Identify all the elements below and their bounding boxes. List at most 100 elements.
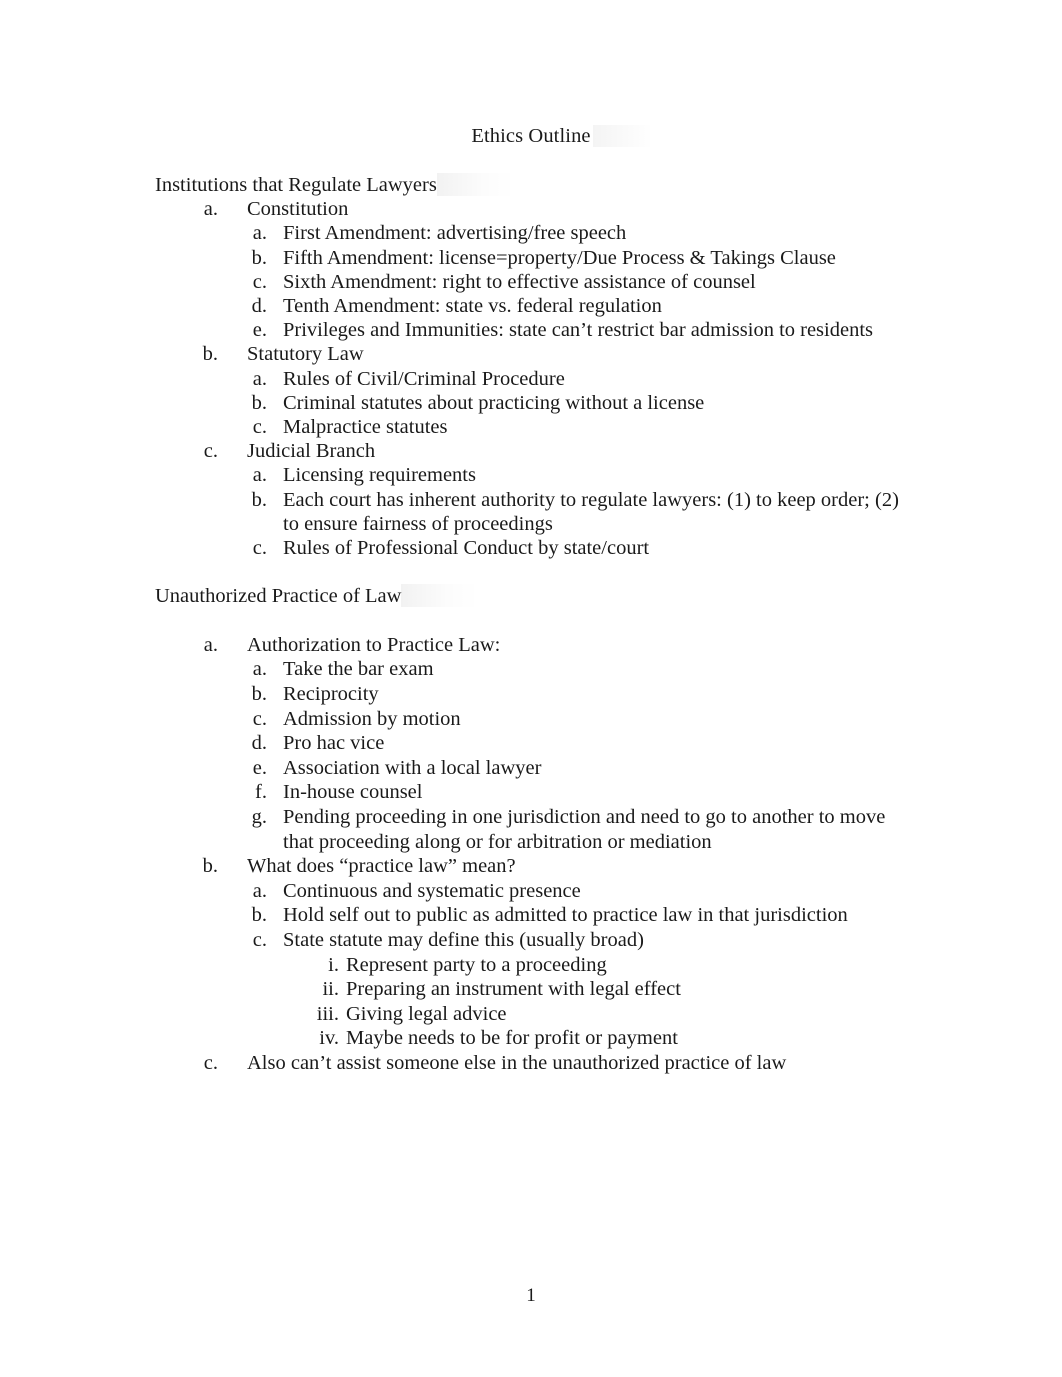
outline-item-text: What does “practice law” mean? (247, 855, 516, 878)
outline-item-marker: e. (252, 319, 267, 342)
outline-item-text: Pending proceeding in one jurisdiction a… (283, 805, 886, 853)
outline-item-marker: iv. (319, 1027, 339, 1050)
outline-item-marker: c. (252, 270, 267, 293)
outline-item-marker: i. (328, 953, 339, 976)
outline-item: b. Hold self out to public as admitted to… (155, 903, 915, 928)
outline-item: c. Rules of Professional Conduct by state… (155, 536, 915, 560)
outline-item-text: First Amendment: advertising/free speech (283, 222, 627, 245)
outline-item: i. Represent party to a proceeding (155, 953, 915, 978)
outline-item-marker: g. (251, 805, 267, 828)
outline-item-marker: a. (252, 222, 267, 245)
outline-item: d. Pro hac vice (155, 731, 915, 756)
outline-item-text: Represent party to a proceeding (346, 953, 607, 976)
outline-item-text: Pro hac vice (283, 732, 385, 755)
outline-item-text: Malpractice statutes (283, 416, 448, 439)
outline-item-text: Criminal statutes about practicing witho… (283, 391, 705, 414)
outline-item-marker: iii. (316, 1002, 339, 1025)
outline-item: iii. Giving legal advice (155, 1002, 915, 1027)
outline-item: c. Admission by motion (155, 707, 915, 732)
outline-item-text: Preparing an instrument with legal effec… (346, 978, 681, 1001)
section-item-list: a. Constitution a. First Amendment: adverti… (155, 197, 915, 560)
outline-item: b. Reciprocity (155, 682, 915, 707)
outline-item-marker: d. (251, 295, 267, 318)
outline-item-marker: b. (251, 246, 267, 269)
outline-item: d. Tenth Amendment: state vs. federal reg… (155, 294, 915, 318)
outline-item-text: Privileges and Immunities: state can’t r… (283, 319, 874, 342)
outline-item-text: Statutory Law (247, 343, 364, 366)
outline-item-marker: a. (203, 198, 218, 221)
outline-item-marker: a. (252, 367, 267, 390)
outline-item: ii. Preparing an instrument with legal ef… (155, 977, 915, 1002)
outline-item-text: Association with a local lawyer (283, 756, 542, 779)
outline-item: a. Authorization to Practice Law: (155, 633, 915, 658)
outline-item: e. Privileges and Immunities: state can’t… (155, 318, 915, 342)
outline-item: c. State statute may define this (usually… (155, 928, 915, 953)
section-heading: Institutions that Regulate Lawyers (155, 173, 915, 197)
outline-item-text: Fifth Amendment: license=property/Due Pr… (283, 246, 836, 269)
outline-item: c. Judicial Branch (155, 439, 915, 463)
outline-item-text: Rules of Professional Conduct by state/c… (283, 537, 650, 560)
outline-item: f. In-house counsel (155, 780, 915, 805)
page-title-text: Ethics Outline (471, 125, 654, 147)
outline-item-marker: b. (202, 855, 218, 878)
outline-item-text: Judicial Branch (247, 440, 376, 463)
outline-item-marker: a. (203, 633, 218, 656)
outline-item-marker: c. (203, 440, 218, 463)
outline-item-marker: f. (255, 781, 267, 804)
outline-item-marker: b. (251, 904, 267, 927)
page-number: 1 (526, 1285, 536, 1306)
section-item-list: a. Authorization to Practice Law: a. Take t… (155, 633, 915, 1076)
outline-item: a. First Amendment: advertising/free spee… (155, 221, 915, 245)
outline-item-text: Constitution (247, 198, 349, 221)
outline-item: c. Malpractice statutes (155, 415, 915, 439)
outline-item-marker: a. (252, 464, 267, 487)
outline-item-text: Take the bar exam (283, 658, 434, 681)
outline-item-text: State statute may define this (usually b… (283, 928, 644, 951)
outline-item-text: Authorization to Practice Law: (247, 633, 501, 656)
outline-item: b. Fifth Amendment: license=property/Due … (155, 246, 915, 270)
outline-item-marker: c. (252, 416, 267, 439)
outline-item-text: Reciprocity (283, 683, 379, 706)
outline-item: g. Pending proceeding in one jurisdiction… (155, 805, 915, 854)
outline-item: b. Statutory Law (155, 342, 915, 366)
outline-item-marker: b. (251, 391, 267, 414)
section-heading: Unauthorized Practice of Law (155, 584, 915, 608)
outline-item: iv. Maybe needs to be for profit or payme… (155, 1026, 915, 1051)
outline-item-marker: b. (251, 683, 267, 706)
outline-item: a. Licensing requirements (155, 463, 915, 487)
outline-item-text: Hold self out to public as admitted to p… (283, 904, 848, 927)
outline-item-marker: b. (202, 343, 218, 366)
outline-item: e. Association with a local lawyer (155, 756, 915, 781)
outline-item: c. Sixth Amendment: right to effective as… (155, 270, 915, 294)
outline-item-marker: a. (252, 879, 267, 902)
outline-item: a. Take the bar exam (155, 657, 915, 682)
page-title: Ethics Outline (0, 124, 1062, 148)
outline-item-marker: b. (251, 488, 267, 511)
outline-item-marker: ii. (322, 978, 339, 1001)
outline-item-text: Each court has inherent authority to reg… (283, 488, 899, 535)
outline-item-marker: c. (252, 928, 267, 951)
section-unauthorized-practice-of-law: Unauthorized Practice of Law a. Authoriza… (155, 584, 915, 1075)
outline-item: b. What does “practice law” mean? (155, 854, 915, 879)
outline-item-text: Also can’t assist someone else in the un… (247, 1051, 787, 1074)
outline-body: Institutions that Regulate Lawyers a. Con… (155, 173, 915, 1076)
outline-item-marker: e. (252, 756, 267, 779)
outline-item: b. Criminal statutes about practicing wit… (155, 391, 915, 415)
outline-item-text: Sixth Amendment: right to effective assi… (283, 270, 756, 293)
outline-item-text: Continuous and systematic presence (283, 879, 581, 902)
outline-item-text: Rules of Civil/Criminal Procedure (283, 367, 565, 390)
outline-item: c. Also can’t assist someone else in the … (155, 1051, 915, 1076)
outline-item-marker: c. (252, 537, 267, 560)
outline-item-text: Giving legal advice (346, 1002, 507, 1025)
outline-item-text: Admission by motion (283, 707, 461, 730)
section-heading-text: Unauthorized Practice of Law (155, 584, 481, 608)
outline-item-text: In-house counsel (283, 781, 423, 804)
heading-gap (155, 609, 915, 633)
outline-item-text: Licensing requirements (283, 464, 476, 487)
document-page: Ethics Outline Institutions that Regulat… (0, 0, 1062, 1377)
outline-item-marker: c. (203, 1051, 218, 1074)
outline-item-text: Maybe needs to be for profit or payment (346, 1027, 678, 1050)
section-institutions-that-regulate-lawyers: Institutions that Regulate Lawyers a. Con… (155, 173, 915, 560)
outline-item: a. Rules of Civil/Criminal Procedure (155, 367, 915, 391)
